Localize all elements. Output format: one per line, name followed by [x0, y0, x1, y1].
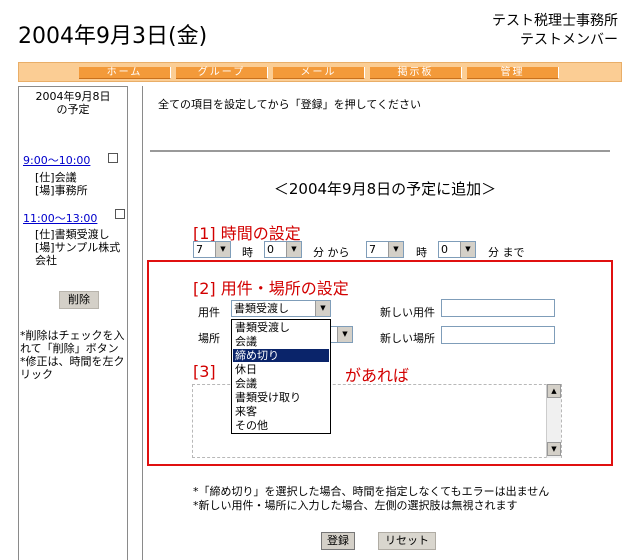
divider	[150, 150, 610, 152]
page-date: 2004年9月3日(金)	[18, 24, 208, 49]
dropdown-option[interactable]: 書類受け取り	[233, 391, 329, 404]
end-hour-value: 7	[369, 243, 376, 256]
new-place-label: 新しい場所	[380, 332, 435, 345]
chevron-down-icon: ▼	[388, 242, 403, 257]
sidebar-date: 2004年9月8日 の予定	[19, 90, 127, 116]
scroll-up-icon[interactable]: ▲	[547, 384, 561, 398]
member-name: テストメンバー	[520, 32, 618, 48]
dropdown-option[interactable]: 来客	[233, 405, 329, 418]
dropdown-option[interactable]: 会議	[233, 377, 329, 390]
memo-scrollbar[interactable]: ▲ ▼	[546, 384, 561, 458]
sidebar-date-line2: の予定	[56, 103, 90, 116]
schedule-time-link[interactable]: 11:00～13:00	[23, 210, 97, 226]
register-button[interactable]: 登録	[321, 532, 355, 550]
dropdown-option-highlighted[interactable]: 締め切り	[233, 349, 329, 362]
sidebar-date-line1: 2004年9月8日	[35, 90, 111, 103]
hour-label: 時	[416, 246, 427, 259]
sidebar-notes: *削除はチェックを入 れて「削除」ボタン *修正は、時間を左ク リック	[20, 329, 125, 381]
nav-bulletin-board[interactable]: 掲示板	[370, 67, 462, 79]
sidebar-note: リック	[20, 368, 53, 381]
place-label: 場所	[198, 332, 220, 345]
end-hour-select[interactable]: 7 ▼	[366, 241, 404, 258]
nav-home[interactable]: ホーム	[79, 67, 171, 79]
hour-label: 時	[242, 246, 253, 259]
chevron-down-icon: ▼	[215, 242, 230, 257]
chevron-down-icon: ▼	[286, 242, 301, 257]
new-purpose-input[interactable]	[441, 299, 555, 317]
chevron-down-icon: ▼	[315, 301, 330, 316]
schedule-sidebar: 2004年9月8日 の予定 9:00～10:00 [仕]会議 [場]事務所 11…	[18, 86, 128, 560]
purpose-value: 書類受渡し	[234, 302, 289, 315]
dropdown-option[interactable]: 休日	[233, 363, 329, 376]
section-memo-heading-start: [3]	[193, 362, 216, 381]
office-name: テスト税理士事務所	[492, 13, 618, 29]
chevron-down-icon: ▼	[460, 242, 475, 257]
schedule-time-link[interactable]: 9:00～10:00	[23, 152, 90, 168]
schedule-item-text: [仕]書類受渡し [場]サンプル株式 会社	[35, 228, 120, 267]
new-purpose-label: 新しい用件	[380, 306, 435, 319]
start-minute-select[interactable]: 0 ▼	[264, 241, 302, 258]
schedule-place-cont: 会社	[35, 254, 57, 267]
minute-from-label: 分 から	[313, 246, 350, 259]
purpose-label: 用件	[198, 306, 220, 319]
start-minute-value: 0	[267, 243, 274, 256]
schedule-delete-checkbox[interactable]	[108, 153, 118, 163]
purpose-dropdown-list: 書類受渡し 会議 締め切り 休日 会議 書類受け取り 来客 その他	[231, 319, 331, 434]
chevron-down-icon: ▼	[337, 327, 352, 342]
dropdown-option[interactable]: 書類受渡し	[233, 321, 329, 334]
dropdown-option[interactable]: その他	[233, 419, 329, 432]
nav-mail[interactable]: メール	[273, 67, 365, 79]
section-memo-heading-end: があれば	[345, 366, 410, 385]
scroll-down-icon[interactable]: ▼	[547, 442, 561, 456]
new-place-input[interactable]	[441, 326, 555, 344]
nav-group[interactable]: グループ	[176, 67, 268, 79]
sidebar-note: *修正は、時間を左ク	[20, 355, 125, 368]
schedule-place: [場]サンプル株式	[35, 241, 121, 254]
sidebar-note: *削除はチェックを入	[20, 329, 125, 342]
office-info: テスト税理士事務所 テストメンバー	[492, 12, 618, 50]
nav-admin[interactable]: 管理	[467, 67, 559, 79]
delete-button[interactable]: 削除	[59, 291, 99, 309]
dropdown-option[interactable]: 会議	[233, 335, 329, 348]
end-minute-value: 0	[441, 243, 448, 256]
start-hour-value: 7	[196, 243, 203, 256]
minute-to-label: 分 まで	[488, 246, 525, 259]
sidebar-note: れて「削除」ボタン	[20, 342, 119, 355]
section-purpose-place-heading: [2] 用件・場所の設定	[193, 279, 349, 298]
purpose-select[interactable]: 書類受渡し ▼	[231, 300, 331, 317]
schedule-purpose: [仕]書類受渡し	[35, 228, 110, 241]
nav-bar: ホーム グループ メール 掲示板 管理	[18, 62, 622, 82]
note-new-fields: *新しい用件・場所に入力した場合、左側の選択肢は無視されます	[193, 499, 518, 512]
start-hour-select[interactable]: 7 ▼	[193, 241, 231, 258]
form-title: ＜2004年9月8日の予定に追加＞	[273, 180, 497, 198]
end-minute-select[interactable]: 0 ▼	[438, 241, 476, 258]
schedule-delete-checkbox[interactable]	[115, 209, 125, 219]
instruction-text: 全ての項目を設定してから「登録」を押してください	[158, 98, 422, 111]
reset-button[interactable]: リセット	[378, 532, 436, 550]
